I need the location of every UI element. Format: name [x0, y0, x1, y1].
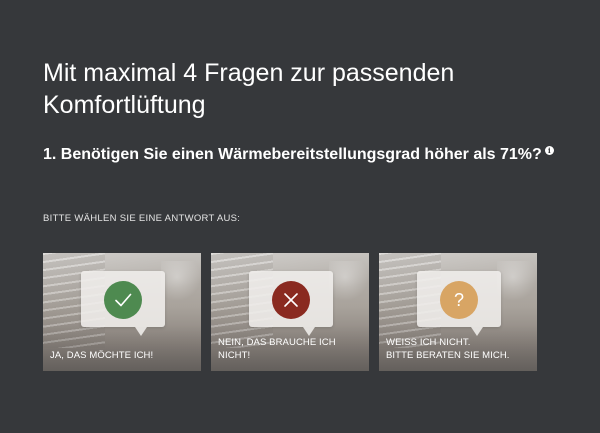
- quiz-page: Mit maximal 4 Fragen zur passenden Komfo…: [0, 0, 600, 433]
- info-icon[interactable]: i: [544, 146, 554, 155]
- answer-unsure-card[interactable]: ? WEISS ICH NICHT. BITTE BERATEN SIE MIC…: [379, 253, 537, 371]
- close-icon: [272, 281, 310, 319]
- check-icon: [104, 281, 142, 319]
- answer-no-card[interactable]: NEIN, DAS BRAUCHE ICH NICHT!: [211, 253, 369, 371]
- card-background-light: [497, 261, 537, 301]
- question-label: 1. Benötigen Sie einen Wärmebereitstellu…: [43, 146, 542, 163]
- question-icon: ?: [440, 281, 478, 319]
- card-shade: [43, 325, 201, 371]
- answer-yes-card[interactable]: JA, DAS MÖCHTE ICH!: [43, 253, 201, 371]
- answer-yes-label: JA, DAS MÖCHTE ICH!: [50, 350, 154, 361]
- answer-unsure-label: WEISS ICH NICHT. BITTE BERATEN SIE MICH.: [386, 337, 510, 361]
- page-title: Mit maximal 4 Fragen zur passenden Komfo…: [43, 59, 455, 119]
- question-text: 1. Benötigen Sie einen Wärmebereitstellu…: [43, 144, 563, 166]
- card-background-light: [329, 261, 369, 301]
- card-background-light: [161, 261, 201, 301]
- answer-no-label: NEIN, DAS BRAUCHE ICH NICHT!: [218, 337, 336, 361]
- instruction-text: BITTE WÄHLEN SIE EINE ANTWORT AUS:: [43, 213, 241, 224]
- answer-options: JA, DAS MÖCHTE ICH! NEIN, DAS BRAUCHE IC…: [43, 253, 537, 371]
- question-glyph: ?: [453, 290, 464, 310]
